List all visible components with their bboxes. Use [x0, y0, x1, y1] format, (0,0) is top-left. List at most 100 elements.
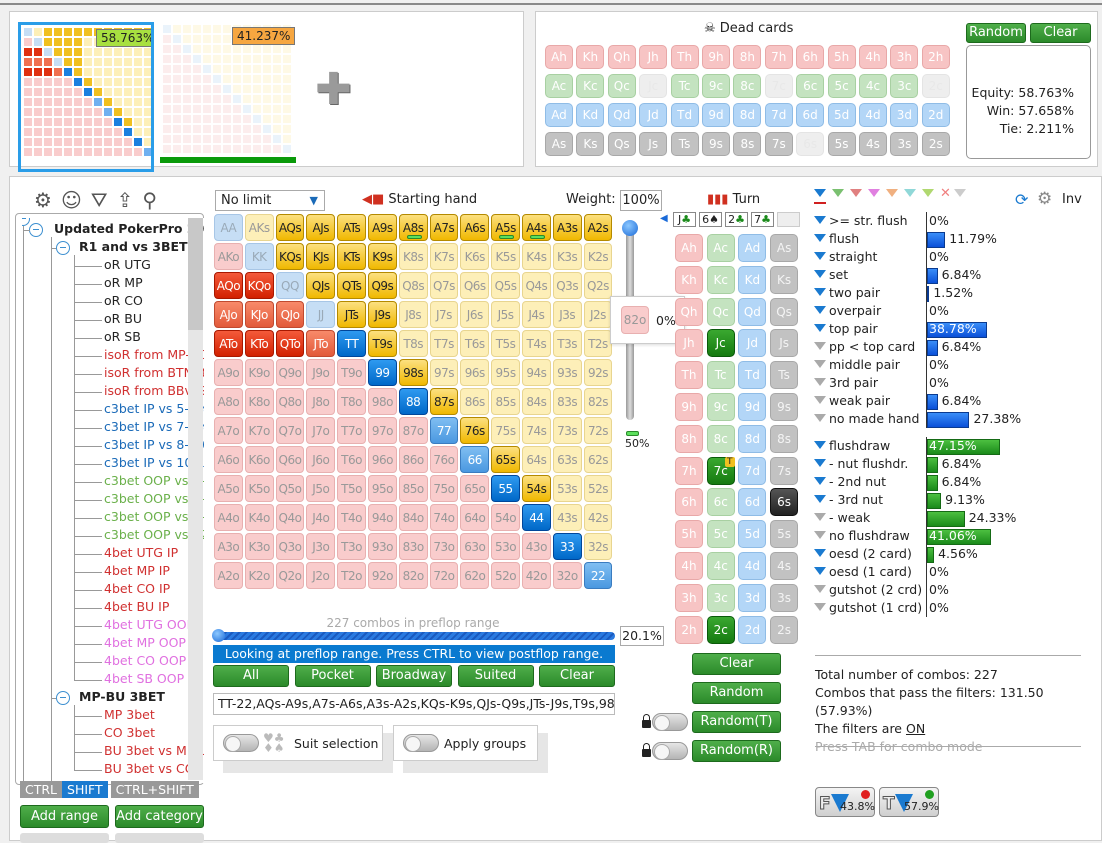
- hero-range-thumbnail[interactable]: 58.763%: [18, 22, 154, 172]
- filter-funnel-icon[interactable]: [814, 270, 826, 278]
- hand-cell[interactable]: Q5s: [491, 272, 520, 299]
- tree-range-item[interactable]: oR MP: [104, 275, 143, 290]
- search-icon[interactable]: ⚲: [142, 188, 157, 212]
- hand-cell[interactable]: A4o: [214, 504, 243, 531]
- hand-cell[interactable]: 65o: [460, 475, 490, 502]
- board-picker-card[interactable]: 8s: [770, 424, 799, 453]
- tree-range-item[interactable]: 4bet BU IP: [104, 599, 169, 614]
- hand-cell[interactable]: KTo: [244, 330, 274, 357]
- dead-card[interactable]: 9h: [702, 45, 730, 69]
- filter-preset-icon[interactable]: [922, 189, 934, 197]
- hand-cell[interactable]: Q7s: [429, 272, 459, 299]
- range-suited-button[interactable]: Suited: [457, 665, 534, 687]
- hand-cell[interactable]: 52s: [583, 475, 613, 502]
- filter-row[interactable]: no flushdraw: [814, 528, 910, 546]
- hand-cell[interactable]: 42o: [521, 562, 551, 589]
- hand-cell[interactable]: 55: [491, 475, 520, 502]
- hand-cell[interactable]: 92o: [367, 562, 397, 589]
- tree-root[interactable]: Updated PokerPro 2021 v: [54, 221, 204, 236]
- board-picker-card[interactable]: Qs: [770, 297, 799, 326]
- hand-cell[interactable]: Q8s: [398, 272, 428, 299]
- lock-turn-toggle[interactable]: [652, 713, 688, 731]
- add-range-button[interactable]: Add range: [20, 805, 109, 828]
- hand-cell[interactable]: 52o: [491, 562, 520, 589]
- random-river-button[interactable]: Random(R): [692, 740, 781, 762]
- filter-row[interactable]: two pair: [814, 285, 880, 303]
- hand-cell[interactable]: AKo: [214, 243, 243, 270]
- hand-cell[interactable]: K5o: [244, 475, 274, 502]
- dead-card[interactable]: Kd: [576, 103, 605, 127]
- dead-card[interactable]: Ac: [545, 74, 573, 98]
- suit-selection-toggle[interactable]: [223, 734, 259, 752]
- dead-card[interactable]: Kh: [576, 45, 605, 69]
- plus-icon[interactable]: ✚: [315, 64, 352, 115]
- collapse-icon[interactable]: [22, 218, 30, 226]
- filter-row[interactable]: - 3rd nut: [814, 492, 883, 510]
- hand-cell[interactable]: K8o: [244, 388, 274, 415]
- board-card-slot[interactable]: 2♣: [725, 212, 748, 227]
- hand-cell[interactable]: J7o: [306, 417, 336, 444]
- board-picker-card[interactable]: 6h: [675, 488, 703, 517]
- hand-cell[interactable]: K4o: [244, 504, 274, 531]
- range-pocket-button[interactable]: Pocket: [294, 665, 371, 687]
- hand-cell[interactable]: A4s: [521, 214, 551, 241]
- hand-cell[interactable]: 93o: [367, 533, 397, 560]
- hand-cell[interactable]: A6o: [214, 446, 243, 473]
- dead-card[interactable]: 5s: [827, 132, 856, 156]
- filter-preset-icon[interactable]: [868, 189, 880, 197]
- hand-cell[interactable]: 83s: [552, 388, 582, 415]
- hand-cell[interactable]: KQs: [275, 243, 305, 270]
- hand-cell[interactable]: 42s: [583, 504, 613, 531]
- board-picker-card[interactable]: Kh: [675, 265, 703, 294]
- filter-funnel-icon[interactable]: [814, 342, 826, 350]
- filter-funnel-icon[interactable]: [814, 306, 826, 314]
- filter-funnel-icon[interactable]: [814, 414, 826, 422]
- hand-cell[interactable]: 96o: [367, 446, 397, 473]
- invert-label[interactable]: Inv: [1062, 192, 1082, 207]
- tree-range-item[interactable]: 4bet MP IP: [104, 563, 170, 578]
- dead-card[interactable]: 8s: [733, 132, 762, 156]
- gear-icon[interactable]: ⚙: [34, 188, 52, 212]
- hand-cell[interactable]: K2o: [244, 562, 274, 589]
- tree-range-item[interactable]: 4bet UTG IP: [104, 545, 178, 560]
- hand-cell[interactable]: AA: [214, 214, 243, 241]
- hand-cell[interactable]: 98o: [367, 388, 397, 415]
- hand-cell[interactable]: 95o: [367, 475, 397, 502]
- hand-cell[interactable]: T6s: [460, 330, 490, 357]
- hand-cell[interactable]: Q4s: [521, 272, 551, 299]
- hand-cell[interactable]: 74s: [521, 417, 551, 444]
- collapse-icon[interactable]: [56, 241, 70, 255]
- hand-cell[interactable]: 62o: [460, 562, 490, 589]
- board-picker-card[interactable]: 2s: [770, 615, 799, 644]
- filter-funnel-icon[interactable]: [814, 495, 826, 503]
- hand-cell[interactable]: A8s: [398, 214, 428, 241]
- hand-cell[interactable]: 74o: [429, 504, 459, 531]
- hand-cell[interactable]: QQ: [275, 272, 305, 299]
- upload-icon[interactable]: ⇪: [117, 188, 134, 212]
- filter-funnel-icon[interactable]: [814, 459, 826, 467]
- random-dead-button[interactable]: Random: [966, 23, 1026, 43]
- hand-cell[interactable]: Q7o: [275, 417, 305, 444]
- dead-card[interactable]: 6s: [796, 132, 825, 156]
- hand-cell[interactable]: 94s: [521, 359, 551, 386]
- board-picker-card[interactable]: 8h: [675, 424, 703, 453]
- board-picker-card[interactable]: 9d: [738, 393, 767, 421]
- dead-card[interactable]: Ad: [545, 103, 573, 127]
- hand-cell[interactable]: JTs: [337, 301, 366, 328]
- dead-card[interactable]: 9s: [702, 132, 730, 156]
- board-picker-card[interactable]: Ts: [770, 361, 799, 390]
- filter-row[interactable]: gutshot (1 crd): [814, 600, 922, 618]
- hand-cell[interactable]: Q2o: [275, 562, 305, 589]
- hand-cell[interactable]: 64o: [460, 504, 490, 531]
- dead-card[interactable]: 9d: [702, 103, 730, 127]
- filter-preset-icon[interactable]: [886, 189, 898, 197]
- hand-cell[interactable]: 75s: [491, 417, 520, 444]
- board-picker-card[interactable]: 9s: [770, 393, 799, 421]
- filter-row[interactable]: - weak: [814, 510, 870, 528]
- hand-cell[interactable]: K4s: [521, 243, 551, 270]
- board-picker-card[interactable]: 4s: [770, 552, 799, 580]
- hand-cell[interactable]: A5s: [491, 214, 520, 241]
- filter-funnel-icon[interactable]: [814, 288, 826, 296]
- hand-cell[interactable]: 86o: [398, 446, 428, 473]
- filter-funnel-icon[interactable]: [814, 234, 826, 242]
